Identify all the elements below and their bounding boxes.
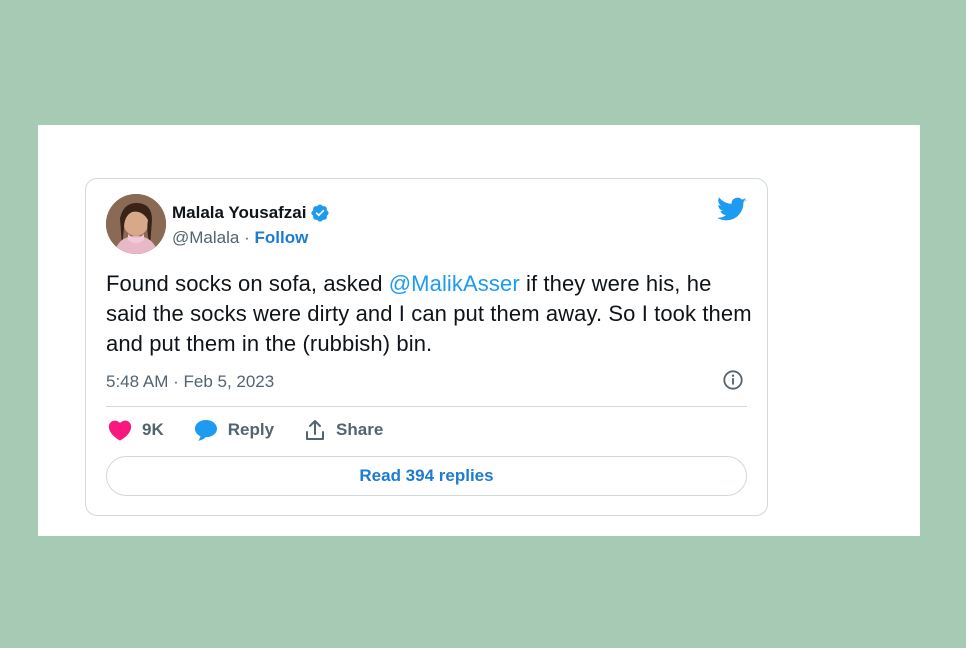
reply-button[interactable]: Reply xyxy=(194,419,274,441)
like-count: 9K xyxy=(142,420,164,439)
follow-button[interactable]: Follow xyxy=(254,228,308,247)
read-replies-button[interactable]: Read 394 replies xyxy=(106,456,747,496)
reply-label: Reply xyxy=(227,420,275,439)
share-label: Share xyxy=(336,420,384,439)
share-button[interactable]: Share xyxy=(304,419,383,441)
tweet-text-part1: Found socks on sofa, asked xyxy=(106,271,389,296)
reply-bubble-icon xyxy=(194,420,217,441)
like-button[interactable]: 9K xyxy=(108,419,164,441)
author-name-row: Malala Yousafzai xyxy=(172,203,330,223)
author-handle[interactable]: @Malala xyxy=(172,228,239,247)
tweet-text: Found socks on sofa, asked @MalikAsser i… xyxy=(106,269,756,359)
divider xyxy=(106,406,747,407)
avatar-photo-icon xyxy=(106,194,166,254)
separator-dot: · xyxy=(244,228,250,247)
action-bar: 9K Reply Share xyxy=(108,419,413,441)
verified-badge-icon xyxy=(311,204,330,222)
tweet-timestamp[interactable]: 5:48 AM · Feb 5, 2023 xyxy=(106,372,274,392)
share-icon xyxy=(306,420,325,440)
twitter-bird-icon[interactable] xyxy=(717,197,747,223)
author-avatar[interactable] xyxy=(106,194,166,254)
author-name[interactable]: Malala Yousafzai xyxy=(172,203,306,223)
heart-icon xyxy=(108,420,132,441)
mention-link[interactable]: @MalikAsser xyxy=(389,271,520,296)
author-handle-row: @Malala · Follow xyxy=(172,228,308,248)
tweet-card: Malala Yousafzai @Malala · Follow Found … xyxy=(85,178,768,516)
info-icon[interactable] xyxy=(722,369,744,391)
embed-panel: Malala Yousafzai @Malala · Follow Found … xyxy=(38,125,920,536)
